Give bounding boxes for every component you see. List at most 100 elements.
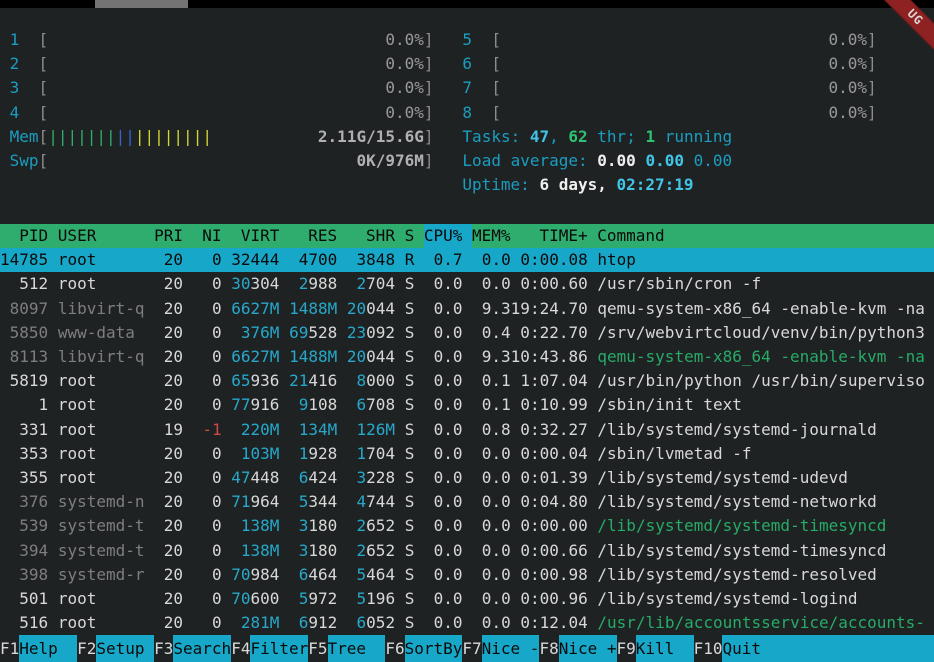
pri-cell: 20 (154, 516, 183, 535)
process-row[interactable]: 8113 libvirt-q 20 0 6627M 1488M 20044 S … (0, 345, 934, 369)
process-row[interactable]: 398 systemd-r 20 0 70984 6464 5464 S 0.0… (0, 563, 934, 587)
process-row[interactable]: 501 root 20 0 70600 5972 5196 S 0.0 0.0 … (0, 587, 934, 611)
time-cell: 0:00.08 (511, 250, 588, 269)
fn-action-search[interactable]: Search (173, 635, 231, 662)
mem-percent-cell: 0.1 (472, 371, 511, 390)
table-header-row[interactable]: PID USER PRI NI VIRT RES SHR S CPU% MEM%… (0, 224, 934, 248)
memory-value-thousands: 5 (299, 492, 309, 511)
time-cell: 0:00.60 (511, 274, 588, 293)
process-row[interactable]: 331 root 19 -1 220M 134M 126M S 0.0 0.8 … (0, 418, 934, 442)
memory-value-thousands: 21 (289, 371, 308, 390)
mem-percent-cell: 0.8 (472, 420, 511, 439)
process-row[interactable]: 516 root 20 0 281M 6912 6052 S 0.0 0.0 0… (0, 611, 934, 635)
load-average-label: Load average: (462, 151, 597, 170)
process-row[interactable]: 8097 libvirt-q 20 0 6627M 1488M 20044 S … (0, 297, 934, 321)
ni-cell: 0 (193, 492, 222, 511)
fn-action-quit[interactable]: Quit (722, 635, 934, 662)
mem-percent-cell: 9.3 (472, 299, 511, 318)
user-cell: root (58, 395, 145, 414)
pid-cell: 394 (0, 541, 48, 560)
command-cell: /lib/systemd/systemd-timesyncd (597, 541, 934, 560)
state-cell: S (405, 347, 415, 366)
state-cell: S (405, 516, 415, 535)
process-row[interactable]: 1 root 20 0 77916 9108 6708 S 0.0 0.1 0:… (0, 393, 934, 417)
meter-close-bracket: ] (867, 54, 877, 73)
fn-key-f6: F6 (385, 639, 404, 658)
process-row[interactable]: 5819 root 20 0 65936 21416 8000 S 0.0 0.… (0, 369, 934, 393)
pri-cell: 20 (154, 250, 183, 269)
command-cell: /usr/bin/python /usr/bin/superviso (597, 371, 934, 390)
ni-cell: 0 (193, 541, 222, 560)
fn-action-filter[interactable]: Filter (250, 635, 308, 662)
meter-close-bracket: ] (424, 54, 434, 73)
process-row[interactable]: 355 root 20 0 47448 6424 3228 S 0.0 0.0 … (0, 466, 934, 490)
process-row[interactable]: 376 systemd-n 20 0 71964 5344 4744 S 0.0… (0, 490, 934, 514)
swp-meter-row: Swp[ 0K/976M] Load average: 0.00 0.00 0.… (0, 149, 934, 173)
memory-value-thousands: 47 (231, 468, 250, 487)
time-cell: 10:43.86 (511, 347, 588, 366)
fn-action-help[interactable]: Help (19, 635, 77, 662)
process-row[interactable]: 353 root 20 0 103M 1928 1704 S 0.0 0.0 0… (0, 442, 934, 466)
process-row-selected[interactable]: 14785 root 20 0 32444 4700 3848 R 0.7 0.… (0, 248, 934, 272)
state-cell: S (405, 420, 415, 439)
state-cell: S (405, 468, 415, 487)
fn-action-setup[interactable]: Setup (96, 635, 154, 662)
cpu-meter-label: 3 (10, 78, 39, 97)
column-headers-right: MEM% TIME+ Command (472, 226, 934, 245)
fn-action-tree[interactable]: Tree (328, 635, 386, 662)
pid-cell: 5850 (0, 323, 48, 342)
process-row[interactable]: 539 systemd-t 20 0 138M 3180 2652 S 0.0 … (0, 514, 934, 538)
pri-cell: 20 (154, 613, 183, 632)
cpu-percent-cell: 0.0 (424, 444, 463, 463)
fn-action-sortby[interactable]: SortBy (405, 635, 463, 662)
process-row[interactable]: 512 root 20 0 30304 2988 2704 S 0.0 0.0 … (0, 272, 934, 296)
uptime-label: Uptime: (462, 175, 539, 194)
fn-key-f2: F2 (77, 639, 96, 658)
state-cell: S (405, 613, 415, 632)
state-cell: S (405, 565, 415, 584)
ni-cell: 0 (193, 395, 222, 414)
fn-key-f3: F3 (154, 639, 173, 658)
process-row[interactable]: 5850 www-data 20 0 376M 69528 23092 S 0.… (0, 321, 934, 345)
user-cell: root (58, 371, 145, 390)
command-cell: /lib/systemd/systemd-logind (597, 589, 934, 608)
state-cell: S (405, 395, 415, 414)
fn-key-f8: F8 (539, 639, 558, 658)
cpu-percent-cell: 0.0 (424, 468, 463, 487)
pid-cell: 355 (0, 468, 48, 487)
command-cell: /lib/systemd/systemd-networkd (597, 492, 934, 511)
memory-value-thousands: 2 (357, 516, 367, 535)
cpu-meter-row: 3 [ 0.0%] 7 [ 0.0%] (0, 76, 934, 100)
cpu-percent-cell: 0.0 (424, 371, 463, 390)
meter-close-bracket: ] (424, 151, 434, 170)
time-cell: 0:32.27 (511, 420, 588, 439)
meter-open-bracket: [ (39, 54, 49, 73)
cpu-meter-value: 0.0% (501, 30, 867, 49)
memory-value-thousands: 5 (357, 589, 367, 608)
cpu-percent-cell: 0.0 (424, 323, 463, 342)
memory-value: 6627M (231, 299, 279, 318)
process-row[interactable]: 394 systemd-t 20 0 138M 3180 2652 S 0.0 … (0, 539, 934, 563)
pri-cell: 20 (154, 444, 183, 463)
cpu-meter-label: 2 (10, 54, 39, 73)
meter-close-bracket: ] (867, 30, 877, 49)
pid-cell: 8113 (0, 347, 48, 366)
memory-value-thousands: 4 (357, 492, 367, 511)
sort-column-header[interactable]: CPU% (424, 224, 472, 248)
cpu-meter-value: 0.0% (501, 54, 867, 73)
time-cell: 0:00.66 (511, 541, 588, 560)
cpu-meter-value: 0.0% (501, 103, 867, 122)
mem-meter-label: Mem (10, 127, 39, 146)
user-cell: root (58, 613, 145, 632)
state-cell: R (405, 250, 415, 269)
meter-open-bracket: [ (491, 30, 501, 49)
ni-cell: 0 (193, 323, 222, 342)
fn-action-kill[interactable]: Kill (636, 635, 694, 662)
meter-open-bracket: [ (491, 78, 501, 97)
fn-action-nice-[interactable]: Nice - (482, 635, 540, 662)
pid-cell: 1 (0, 395, 48, 414)
fn-action-nice-[interactable]: Nice + (559, 635, 617, 662)
memory-value-thousands: 20 (347, 347, 366, 366)
scrollbar-thumb[interactable] (95, 0, 188, 8)
meter-open-bracket: [ (39, 103, 49, 122)
